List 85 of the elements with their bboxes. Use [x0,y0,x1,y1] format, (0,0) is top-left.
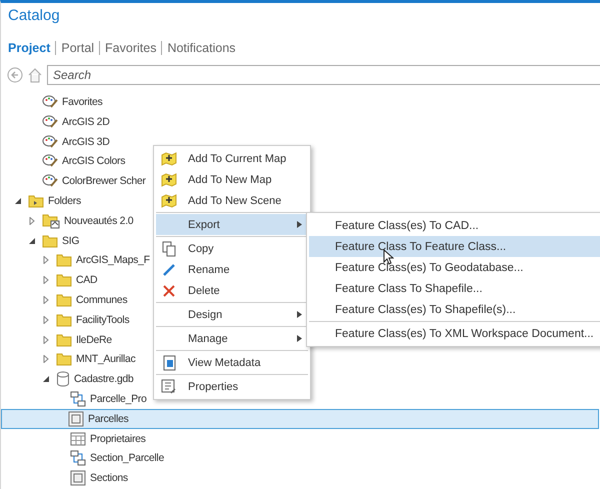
menu-item[interactable]: Feature Class(es) To Shapefile(s)... [309,299,600,320]
home-icon[interactable] [27,67,43,83]
palette-brush-icon [42,134,58,150]
expanded-arrow-icon[interactable] [42,375,50,384]
tree-item[interactable]: ArcGIS 2D [62,116,110,128]
collapsed-arrow-icon[interactable] [42,355,50,364]
collapsed-arrow-icon[interactable] [42,316,50,324]
palette-brush-icon [42,114,58,130]
menu-item[interactable]: Add To New Map [156,169,308,190]
palette-brush-icon [42,153,58,170]
folder-icon [28,194,44,208]
tab[interactable]: Portal [55,41,100,55]
feature-class-icon [70,470,86,486]
tree-item[interactable]: ArcGIS 3D [62,136,110,148]
search-field[interactable]: Search [47,65,600,85]
submenu-caret-icon [297,335,302,342]
menu-item[interactable]: Properties [156,376,308,397]
menu-item[interactable]: Copy [156,238,308,259]
tree-item[interactable]: CAD [76,274,98,286]
pencil-icon [162,262,176,276]
palette-brush-icon [42,173,58,190]
folder-icon [56,292,72,307]
collapsed-arrow-icon[interactable] [42,296,50,304]
tab[interactable]: Project [8,41,56,55]
menu-item[interactable]: View Metadata [156,352,308,373]
menu-item[interactable]: Rename [156,259,308,280]
submenu-item[interactable]: Manage [156,328,308,349]
copy-icon [162,240,176,256]
tree-item[interactable]: MNT_Aurillac [76,353,136,366]
folder-icon [56,253,72,268]
tree-item[interactable]: SIG [62,234,80,247]
menu-item[interactable]: Add To Current Map [156,148,308,169]
submenu-caret-icon [297,311,302,318]
feature-class-icon [68,410,84,427]
collapsed-arrow-icon[interactable] [42,256,50,264]
folder-icon [56,352,72,366]
tree-item[interactable]: FacilityTools [76,314,130,326]
menu-item[interactable]: Feature Class To Shapefile... [309,278,600,299]
relationship-icon [70,450,86,466]
add-map-icon [161,194,177,208]
relationship-icon [70,390,86,407]
collapsed-arrow-icon[interactable] [42,276,50,284]
tree-item[interactable]: IleDeRe [76,334,112,346]
menu-item[interactable]: Feature Class(es) To Geodatabase... [309,257,600,278]
palette-brush-icon [42,94,58,110]
expanded-arrow-icon[interactable] [28,236,36,245]
submenu-caret-icon [297,221,302,228]
folder-icon [56,273,72,288]
tree-item[interactable]: Folders [48,194,81,207]
submenu-item[interactable]: Design [156,304,308,325]
tree-item[interactable]: ArcGIS Colors [62,155,126,168]
tree-item[interactable]: Nouveautés 2.0 [64,214,134,227]
tab[interactable]: Favorites [99,41,162,55]
tree-item[interactable]: ColorBrewer Scher [62,175,146,188]
folder-house-icon [42,212,60,229]
add-map-icon [161,172,177,186]
tab[interactable]: Notifications [161,41,241,55]
delete-x-icon [163,284,175,296]
menu-item[interactable]: Feature Class(es) To CAD... [309,215,600,236]
properties-icon [161,379,177,394]
add-map-icon [161,152,177,166]
folder-icon [56,332,72,347]
folder-icon [56,312,72,327]
submenu-item[interactable]: Export [156,214,308,235]
tree-item[interactable]: Favorites [62,96,102,108]
tree-item[interactable]: Parcelles [88,412,128,425]
collapsed-arrow-icon[interactable] [42,336,50,344]
menu-item[interactable]: Delete [156,280,308,301]
folder-icon [42,234,58,248]
menu-item[interactable]: Feature Class(es) To XML Workspace Document... [309,323,600,344]
table-icon [70,432,86,446]
database-icon [56,371,70,388]
tree-item[interactable]: Parcelle_Pro [90,392,147,405]
tree-item[interactable]: Cadastre.gdb [74,373,134,386]
tree-item[interactable]: Proprietaires [90,432,146,444]
document-icon [162,354,176,370]
tree-item[interactable]: Section_Parcelle [90,452,164,464]
tree-item[interactable]: ArcGIS_Maps_F [76,254,150,266]
expanded-arrow-icon[interactable] [14,196,22,205]
window-title: Catalog [7,6,61,26]
tree-item[interactable]: Communes [76,294,128,306]
selected-row[interactable]: Parcelles [1,408,599,429]
tree-item[interactable]: Sections [90,472,128,484]
menu-item[interactable]: Add To New Scene [156,190,308,211]
collapsed-arrow-icon[interactable] [28,216,36,225]
